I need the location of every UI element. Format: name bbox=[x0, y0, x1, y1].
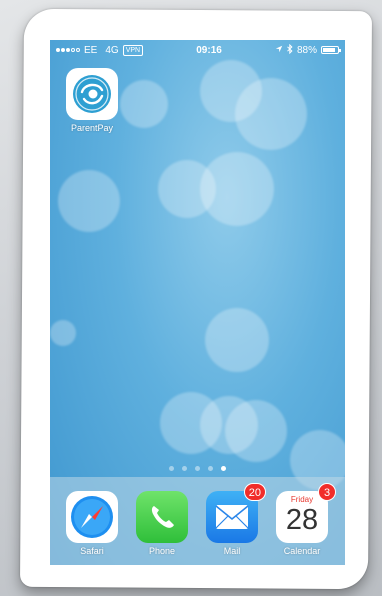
status-left: EE 4G VPN bbox=[56, 44, 144, 56]
battery-percent: 88% bbox=[296, 44, 317, 56]
page-dot[interactable] bbox=[195, 466, 200, 471]
app-label: ParentPay bbox=[70, 123, 114, 133]
phone-home-screen: EE 4G VPN 09:16 88% ParentPay Safari Pho… bbox=[50, 40, 345, 565]
wallpaper-bokeh bbox=[50, 320, 76, 346]
dock: Safari Phone 20 Mail Friday 28 3 Calenda… bbox=[50, 477, 345, 565]
wallpaper-bokeh bbox=[225, 400, 287, 462]
carrier-name: EE bbox=[84, 44, 98, 56]
status-bar: EE 4G VPN 09:16 88% bbox=[50, 40, 345, 60]
app-label: Phone bbox=[148, 546, 176, 556]
dock-app-calendar[interactable]: Friday 28 3 Calendar bbox=[274, 483, 336, 556]
calendar-badge: 3 bbox=[318, 483, 336, 501]
app-parentpay[interactable]: ParentPay bbox=[64, 68, 120, 133]
dock-app-mail[interactable]: 20 Mail bbox=[204, 483, 266, 556]
page-dot[interactable] bbox=[182, 466, 187, 471]
photo-frame-background: EE 4G VPN 09:16 88% ParentPay Safari Pho… bbox=[0, 0, 382, 596]
page-dot[interactable] bbox=[208, 466, 213, 471]
vpn-badge: VPN bbox=[122, 44, 144, 56]
page-dot[interactable] bbox=[169, 466, 174, 471]
mail-unread-badge: 20 bbox=[243, 483, 266, 501]
app-label: Calendar bbox=[283, 546, 321, 556]
phone-icon bbox=[136, 491, 188, 543]
app-label: Mail bbox=[223, 546, 241, 556]
dock-app-phone[interactable]: Phone bbox=[134, 491, 190, 556]
network-type: 4G bbox=[105, 44, 119, 56]
mail-icon: 20 bbox=[206, 483, 266, 543]
status-right: 88% bbox=[275, 43, 341, 57]
dock-app-safari[interactable]: Safari bbox=[64, 491, 120, 556]
app-label: Safari bbox=[80, 546, 104, 556]
wallpaper-bokeh bbox=[120, 80, 168, 128]
page-dot-active[interactable] bbox=[221, 466, 226, 471]
signal-strength-icon bbox=[56, 48, 80, 52]
status-time: 09:16 bbox=[196, 44, 222, 56]
safari-icon bbox=[66, 491, 118, 543]
battery-icon bbox=[321, 46, 341, 54]
calendar-date: 28 bbox=[285, 504, 319, 536]
location-arrow-icon bbox=[275, 45, 283, 56]
parentpay-icon bbox=[66, 68, 118, 120]
wallpaper-bokeh bbox=[58, 170, 120, 232]
wallpaper-bokeh bbox=[200, 152, 274, 226]
wallpaper-bokeh bbox=[205, 308, 269, 372]
wallpaper-bokeh bbox=[235, 78, 307, 150]
bluetooth-icon bbox=[287, 43, 293, 57]
page-indicator[interactable] bbox=[50, 466, 345, 471]
calendar-icon: Friday 28 3 bbox=[276, 483, 336, 543]
